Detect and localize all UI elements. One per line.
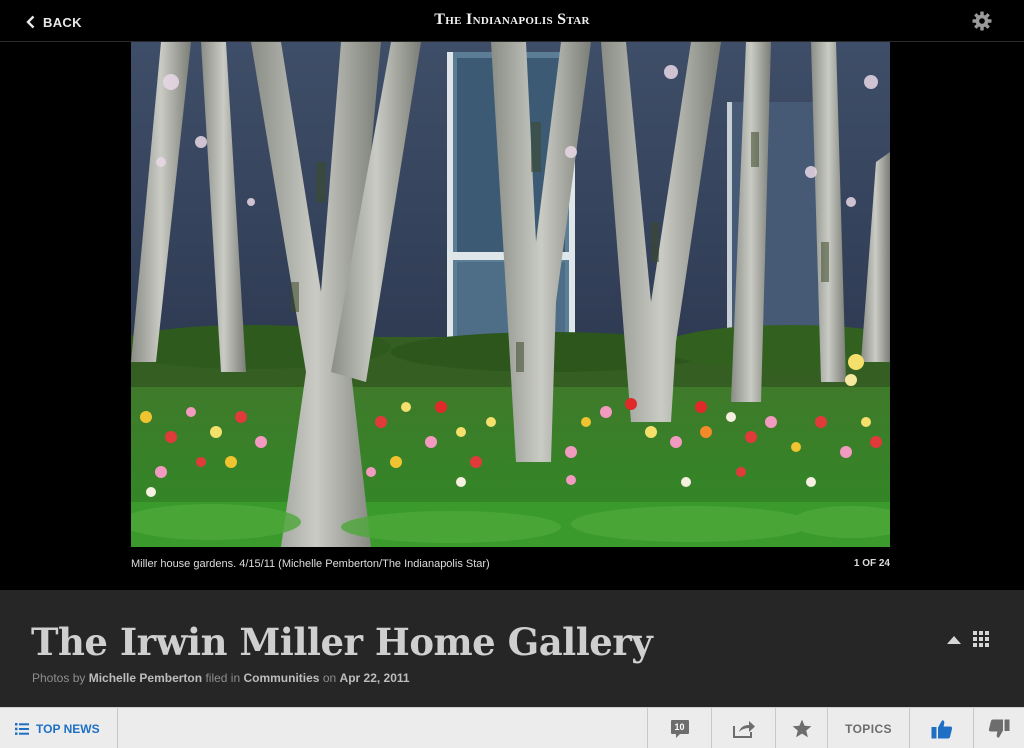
topics-button[interactable]: TOPICS	[827, 708, 909, 748]
top-bar: BACK The Indianapolis Star	[0, 0, 1024, 42]
tulip-garden-photo	[131, 42, 890, 547]
publish-date: Apr 22, 2011	[339, 671, 410, 685]
photos-by-prefix: Photos by	[32, 671, 86, 685]
share-button[interactable]	[711, 708, 775, 748]
grid-icon[interactable]	[973, 631, 989, 647]
like-button[interactable]	[909, 708, 973, 748]
thumbs-up-icon	[931, 719, 952, 738]
gear-icon[interactable]	[972, 11, 992, 31]
comments-button[interactable]: 10	[647, 708, 711, 748]
gallery-title: The Irwin Miller Home Gallery	[31, 620, 653, 664]
star-icon	[792, 719, 811, 738]
brand-logo: The Indianapolis Star	[434, 11, 590, 28]
top-news-button[interactable]: TOP NEWS	[0, 708, 118, 748]
photo-counter: 1 OF 24	[853, 558, 890, 569]
photographer-link[interactable]: Michelle Pemberton	[89, 671, 202, 685]
gallery-byline: Photos by Michelle Pemberton filed in Co…	[32, 671, 410, 685]
filed-in-prefix: filed in	[205, 671, 241, 685]
favorite-button[interactable]	[775, 708, 827, 748]
bottom-toolbar: TOP NEWS 10 TOPICS	[0, 707, 1024, 748]
gallery-photo[interactable]	[131, 42, 890, 547]
section-link[interactable]: Communities	[243, 671, 319, 685]
triangle-up-icon[interactable]	[946, 634, 962, 646]
date-prefix: on	[322, 671, 337, 685]
list-icon	[15, 722, 29, 735]
top-news-label: TOP NEWS	[36, 721, 100, 736]
topics-label: TOPICS	[845, 721, 892, 736]
share-icon	[732, 720, 755, 738]
thumbs-down-icon	[988, 719, 1010, 738]
photo-caption: Miller house gardens. 4/15/11 (Michelle …	[131, 558, 490, 570]
comment-count: 10	[674, 721, 685, 732]
gallery-info-panel: The Irwin Miller Home Gallery Photos by …	[0, 590, 1024, 707]
dislike-button[interactable]	[973, 708, 1024, 748]
